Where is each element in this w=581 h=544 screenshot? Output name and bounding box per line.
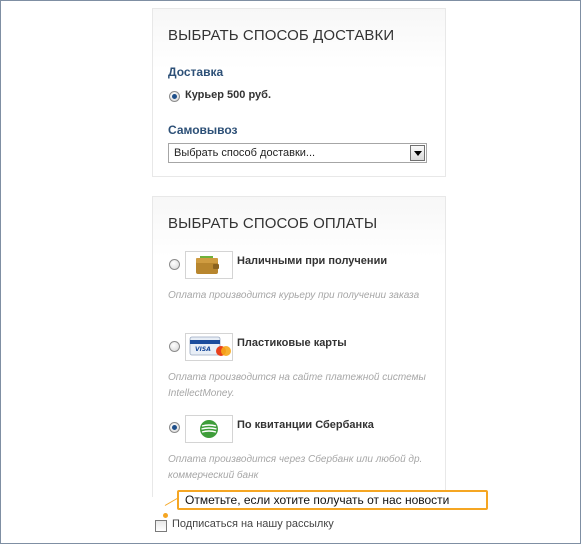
svg-text:VISA: VISA [195, 346, 211, 353]
payment-option-card-label[interactable]: Пластиковые карты [237, 337, 347, 349]
delivery-section-label: Доставка [168, 65, 224, 79]
delivery-panel: ВЫБРАТЬ СПОСОБ ДОСТАВКИ Доставка Курьер … [152, 8, 446, 177]
payment-radio-sberbank[interactable] [169, 422, 180, 433]
payment-option-cash-description: Оплата производится курьеру при получени… [168, 290, 420, 301]
payment-option-sberbank-label[interactable]: По квитанции Сбербанка [237, 419, 374, 431]
courier-option-label[interactable]: Курьер 500 руб. [185, 89, 271, 101]
payment-option-card-description: Оплата производится на сайте платежной с… [168, 372, 426, 399]
payment-radio-cash[interactable] [169, 259, 180, 270]
credit-card-icon: VISA [185, 333, 233, 361]
subscribe-checkbox[interactable] [155, 520, 167, 532]
courier-radio[interactable] [169, 91, 180, 102]
newsletter-callout-text: Отметьте, если хотите получать от нас но… [185, 493, 450, 507]
delivery-title: ВЫБРАТЬ СПОСОБ ДОСТАВКИ [168, 27, 395, 44]
wallet-icon [185, 251, 233, 279]
payment-title: ВЫБРАТЬ СПОСОБ ОПЛАТЫ [168, 215, 378, 232]
payment-option-sberbank-description: Оплата производится через Сбербанк или л… [168, 454, 423, 481]
payment-radio-card[interactable] [169, 341, 180, 352]
payment-panel: ВЫБРАТЬ СПОСОБ ОПЛАТЫ Наличными при полу… [152, 196, 446, 497]
newsletter-callout: Отметьте, если хотите получать от нас но… [177, 490, 488, 510]
chevron-down-icon[interactable] [410, 145, 425, 161]
sberbank-logo-icon [185, 415, 233, 443]
pickup-section-label: Самовывоз [168, 123, 238, 137]
delivery-select-value: Выбрать способ доставки... [174, 147, 316, 159]
callout-pointer-dot [163, 513, 168, 518]
subscribe-label[interactable]: Подписаться на нашу рассылку [172, 518, 334, 530]
delivery-method-select[interactable]: Выбрать способ доставки... [168, 143, 427, 163]
payment-option-cash-label[interactable]: Наличными при получении [237, 255, 387, 267]
